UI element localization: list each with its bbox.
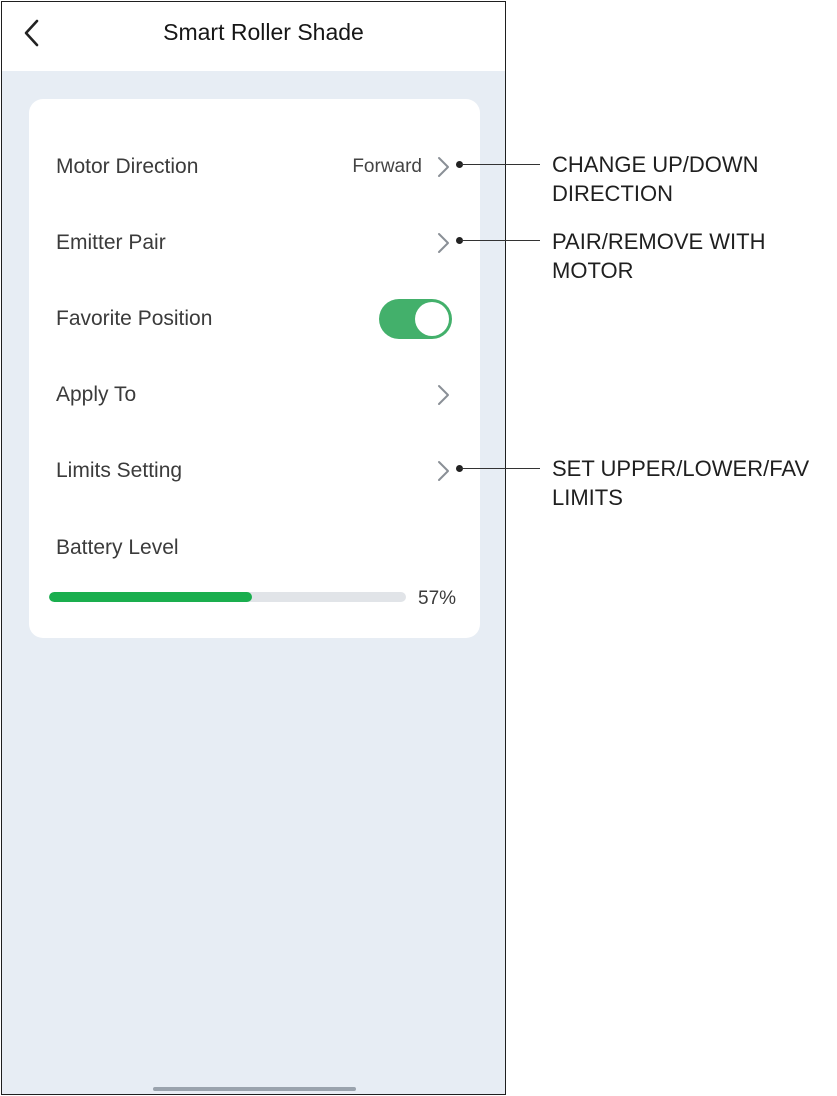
chevron-right-icon (435, 232, 451, 254)
home-indicator (153, 1087, 356, 1091)
favorite-position-toggle[interactable] (379, 299, 452, 339)
setting-row-motor-direction[interactable]: Motor Direction Forward (29, 139, 480, 195)
apply-to-label: Apply To (56, 383, 137, 406)
callout-motor-direction: CHANGE UP/DOWN DIRECTION (552, 152, 759, 206)
toggle-knob (415, 302, 449, 336)
setting-row-apply-to[interactable]: Apply To (29, 367, 480, 423)
setting-row-emitter-pair[interactable]: Emitter Pair (29, 215, 480, 271)
setting-row-favorite-position: Favorite Position (29, 291, 480, 347)
callout-line-motor-direction (460, 164, 540, 165)
battery-level-label: Battery Level (56, 536, 179, 559)
callout-emitter-pair: PAIR/REMOVE WITH MOTOR (552, 229, 766, 283)
callout-line-emitter-pair (460, 240, 540, 241)
chevron-right-icon (435, 460, 451, 482)
emitter-pair-label: Emitter Pair (56, 231, 166, 254)
setting-row-battery-level: Battery Level (29, 520, 480, 576)
motor-direction-label: Motor Direction (56, 155, 199, 178)
stage: Smart Roller Shade Motor Direction Forwa… (0, 0, 837, 1096)
phone-screen: Smart Roller Shade Motor Direction Forwa… (1, 1, 506, 1095)
battery-level-percent: 57% (418, 588, 457, 609)
app-header: Smart Roller Shade (2, 2, 505, 71)
chevron-right-icon (435, 156, 451, 178)
chevron-right-icon (435, 384, 451, 406)
battery-level-fill (49, 592, 253, 602)
setting-row-limits-setting[interactable]: Limits Setting (29, 443, 480, 499)
limits-setting-label: Limits Setting (56, 459, 183, 482)
favorite-position-label: Favorite Position (56, 307, 213, 330)
callout-line-limits-setting (460, 468, 540, 469)
settings-card: Motor Direction Forward Emitter Pair Fav… (29, 99, 480, 638)
callout-limits-setting: SET UPPER/LOWER/FAV LIMITS (552, 456, 810, 510)
motor-direction-value: Forward (352, 156, 422, 177)
page-title: Smart Roller Shade (163, 19, 364, 45)
battery-level-bar (49, 592, 406, 602)
